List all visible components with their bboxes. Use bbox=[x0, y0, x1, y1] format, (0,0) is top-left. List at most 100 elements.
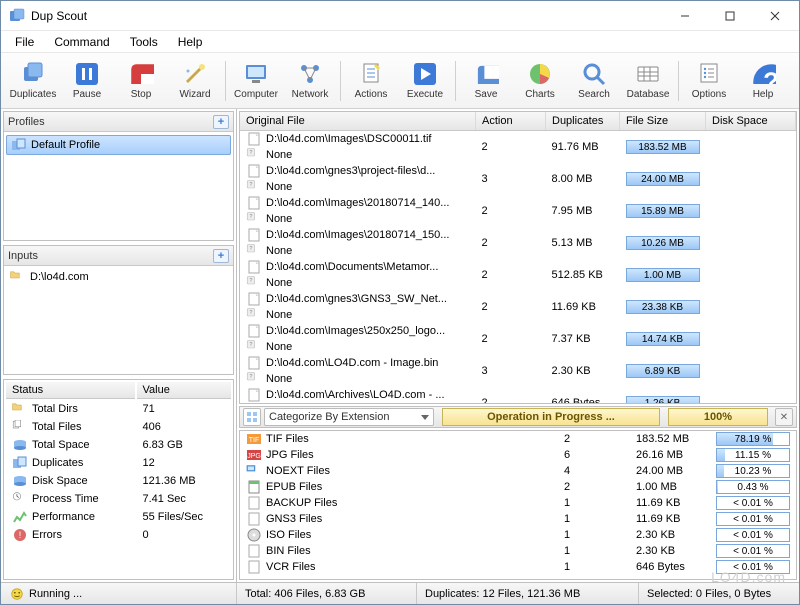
search-icon bbox=[581, 61, 607, 87]
chevron-down-icon bbox=[421, 415, 429, 420]
table-row[interactable]: D:\lo4d.com\Images\DSC00011.tif?None291.… bbox=[240, 131, 796, 164]
file-cell: D:\lo4d.com\Images\20180714_140... bbox=[240, 195, 450, 211]
cat-dup-cell: 2 bbox=[558, 479, 630, 495]
computer-button[interactable]: Computer bbox=[230, 56, 282, 106]
category-row[interactable]: VCR Files1646 Bytes< 0.01 % bbox=[240, 559, 796, 575]
cat-name-cell: BACKUP Files bbox=[240, 495, 460, 511]
minimize-button[interactable] bbox=[662, 2, 707, 30]
table-row[interactable]: D:\lo4d.com\Images\20180714_140...?None2… bbox=[240, 195, 796, 227]
cat-size-cell: 183.52 MB bbox=[630, 431, 710, 447]
profile-item[interactable]: Default Profile bbox=[6, 135, 231, 155]
category-row[interactable]: NOEXT Files424.00 MB10.23 % bbox=[240, 463, 796, 479]
category-row[interactable]: TIFTIF Files2183.52 MB78.19 % bbox=[240, 431, 796, 447]
charts-button[interactable]: Charts bbox=[514, 56, 566, 106]
toolbar-separator bbox=[225, 61, 226, 101]
tif-icon: TIF bbox=[246, 432, 262, 446]
status-col-header[interactable]: Status bbox=[6, 382, 135, 399]
database-button[interactable]: Database bbox=[622, 56, 674, 106]
status-value: 406 bbox=[137, 419, 232, 435]
inputs-title: Inputs bbox=[8, 250, 38, 262]
cat-pct-cell: < 0.01 % bbox=[710, 527, 796, 543]
actions-button[interactable]: Actions bbox=[345, 56, 397, 106]
file-icon bbox=[246, 324, 262, 338]
maximize-button[interactable] bbox=[707, 2, 752, 30]
action-help-icon[interactable]: ? bbox=[246, 148, 262, 162]
col-duplicates[interactable]: Duplicates bbox=[546, 112, 620, 131]
profiles-list: Default Profile bbox=[4, 132, 233, 240]
category-row[interactable]: BIN Files12.30 KB< 0.01 % bbox=[240, 543, 796, 559]
save-button[interactable]: Save bbox=[460, 56, 512, 106]
cat-name-cell: JPGJPG Files bbox=[240, 447, 460, 463]
cat-dup-cell: 1 bbox=[558, 527, 630, 543]
toolbar-label: Duplicates bbox=[10, 89, 57, 100]
action-cell: ?None bbox=[240, 275, 476, 291]
help-button[interactable]: ?Help bbox=[737, 56, 789, 106]
table-row[interactable]: D:\lo4d.com\gnes3\GNS3_SW_Net...?None211… bbox=[240, 291, 796, 323]
action-help-icon[interactable]: ? bbox=[246, 372, 262, 386]
cat-pct-cell: < 0.01 % bbox=[710, 559, 796, 575]
table-row[interactable]: D:\lo4d.com\gnes3\project-files\d...?Non… bbox=[240, 163, 796, 195]
action-help-icon[interactable]: ? bbox=[246, 180, 262, 194]
table-row[interactable]: D:\lo4d.com\Archives\LO4D.com - ...?None… bbox=[240, 387, 796, 404]
add-profile-button[interactable]: + bbox=[213, 115, 229, 129]
value-col-header[interactable]: Value bbox=[137, 382, 232, 399]
input-item[interactable]: D:\lo4d.com bbox=[4, 268, 233, 286]
duplicates-button[interactable]: Duplicates bbox=[7, 56, 59, 106]
stop-button[interactable]: Stop bbox=[115, 56, 167, 106]
space-cell: 1.00 MB bbox=[620, 259, 706, 291]
toolbar-label: Actions bbox=[355, 89, 388, 100]
col-file-size[interactable]: File Size bbox=[620, 112, 706, 131]
status-key: Performance bbox=[6, 509, 135, 525]
menu-tools[interactable]: Tools bbox=[120, 33, 168, 51]
table-row[interactable]: D:\lo4d.com\Images\250x250_logo...?None2… bbox=[240, 323, 796, 355]
menu-help[interactable]: Help bbox=[168, 33, 213, 51]
categorize-select[interactable]: Categorize By Extension bbox=[264, 408, 434, 426]
search-button[interactable]: Search bbox=[568, 56, 620, 106]
table-row[interactable]: D:\lo4d.com\Images\20180714_150...?None2… bbox=[240, 227, 796, 259]
right-panes: Original File Action Duplicates File Siz… bbox=[237, 109, 799, 582]
category-row[interactable]: JPGJPG Files626.16 MB11.15 % bbox=[240, 447, 796, 463]
action-help-icon[interactable]: ? bbox=[246, 276, 262, 290]
cat-name-cell: TIFTIF Files bbox=[240, 431, 460, 447]
dup-icon bbox=[12, 456, 28, 470]
file-icon bbox=[246, 196, 262, 210]
action-help-icon[interactable]: ? bbox=[246, 340, 262, 354]
wizard-button[interactable]: Wizard bbox=[169, 56, 221, 106]
col-disk-space[interactable]: Disk Space bbox=[706, 112, 796, 131]
file-icon bbox=[246, 292, 262, 306]
action-help-icon[interactable]: ? bbox=[246, 244, 262, 258]
col-original-file[interactable]: Original File bbox=[240, 112, 476, 131]
toolbar-label: Database bbox=[627, 89, 670, 100]
categorize-mode-button[interactable] bbox=[243, 408, 261, 426]
table-row[interactable]: D:\lo4d.com\LO4D.com - Image.bin?None32.… bbox=[240, 355, 796, 387]
execute-button[interactable]: Execute bbox=[399, 56, 451, 106]
file-icon bbox=[246, 260, 262, 274]
menu-command[interactable]: Command bbox=[44, 33, 119, 51]
svg-text:?: ? bbox=[249, 246, 252, 252]
add-input-button[interactable]: + bbox=[213, 249, 229, 263]
action-help-icon[interactable]: ? bbox=[246, 308, 262, 322]
categorize-close-button[interactable]: ✕ bbox=[775, 408, 793, 426]
pause-button[interactable]: Pause bbox=[61, 56, 113, 106]
dup-cell: 3 bbox=[476, 163, 546, 195]
col-action[interactable]: Action bbox=[476, 112, 546, 131]
category-row[interactable]: ISO Files12.30 KB< 0.01 % bbox=[240, 527, 796, 543]
dup-cell: 2 bbox=[476, 291, 546, 323]
cat-dup-cell: 1 bbox=[558, 495, 630, 511]
action-help-icon[interactable]: ? bbox=[246, 212, 262, 226]
table-row[interactable]: D:\lo4d.com\Documents\Metamor...?None251… bbox=[240, 259, 796, 291]
cat-dup-cell: 1 bbox=[558, 559, 630, 575]
toolbar-label: Options bbox=[692, 89, 726, 100]
category-row[interactable]: BACKUP Files111.69 KB< 0.01 % bbox=[240, 495, 796, 511]
category-row[interactable]: GNS3 Files111.69 KB< 0.01 % bbox=[240, 511, 796, 527]
category-row[interactable]: EPUB Files21.00 MB0.43 % bbox=[240, 479, 796, 495]
svg-text:?: ? bbox=[249, 374, 252, 380]
action-cell: ?None bbox=[240, 307, 476, 323]
close-button[interactable] bbox=[752, 2, 797, 30]
network-button[interactable]: Network bbox=[284, 56, 336, 106]
file-cell: D:\lo4d.com\LO4D.com - Image.bin bbox=[240, 355, 450, 371]
options-button[interactable]: Options bbox=[683, 56, 735, 106]
menu-file[interactable]: File bbox=[5, 33, 44, 51]
toolbar-label: Computer bbox=[234, 89, 278, 100]
network-icon bbox=[297, 61, 323, 87]
